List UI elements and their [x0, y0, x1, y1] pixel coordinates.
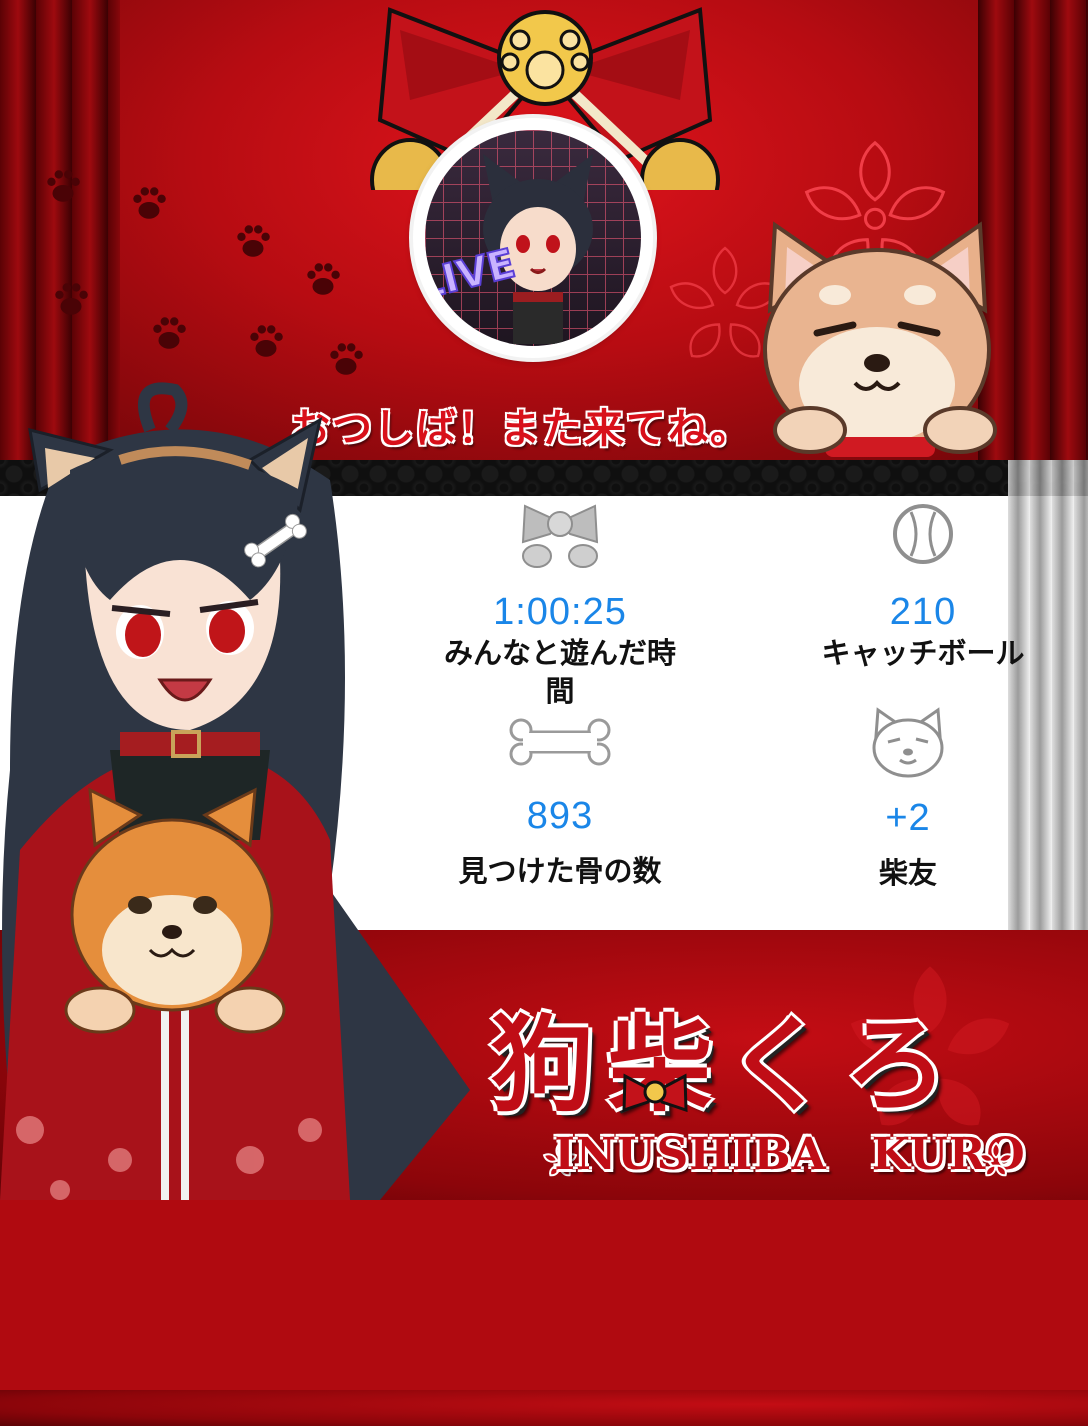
- stat-value: 210: [889, 591, 957, 633]
- paw-print-icon: [133, 187, 166, 219]
- sakura-icon: [978, 1141, 1014, 1177]
- bow-icon: [622, 1073, 688, 1113]
- paw-print-icon: [237, 225, 270, 257]
- baseball-icon: [893, 504, 953, 564]
- stat-catch-ball: 210 キャッチボール: [793, 500, 1053, 672]
- stat-value: +2: [885, 797, 931, 839]
- stat-label: 柴友: [878, 856, 937, 890]
- lace-border-bottom: [0, 1390, 1088, 1426]
- paw-print-icon: [47, 170, 80, 202]
- avatar: LIVE: [413, 118, 653, 358]
- shiba-face-icon: [872, 707, 944, 778]
- vtuber-character-illustration: [0, 382, 470, 1200]
- bow-icon: [521, 504, 599, 568]
- paw-print-icon: [307, 263, 340, 295]
- paw-print-icon: [55, 283, 88, 315]
- stat-label: キャッチボール: [821, 636, 1025, 670]
- stat-shiba-friends: +2 柴友: [778, 706, 1038, 892]
- bone-icon: [509, 718, 611, 766]
- paw-print-icon: [153, 317, 186, 349]
- logo-english: INUSHIBA KURO: [554, 1129, 1026, 1180]
- logo-japanese: 狗柴くろ: [490, 1003, 963, 1126]
- paw-print-icon: [250, 325, 283, 357]
